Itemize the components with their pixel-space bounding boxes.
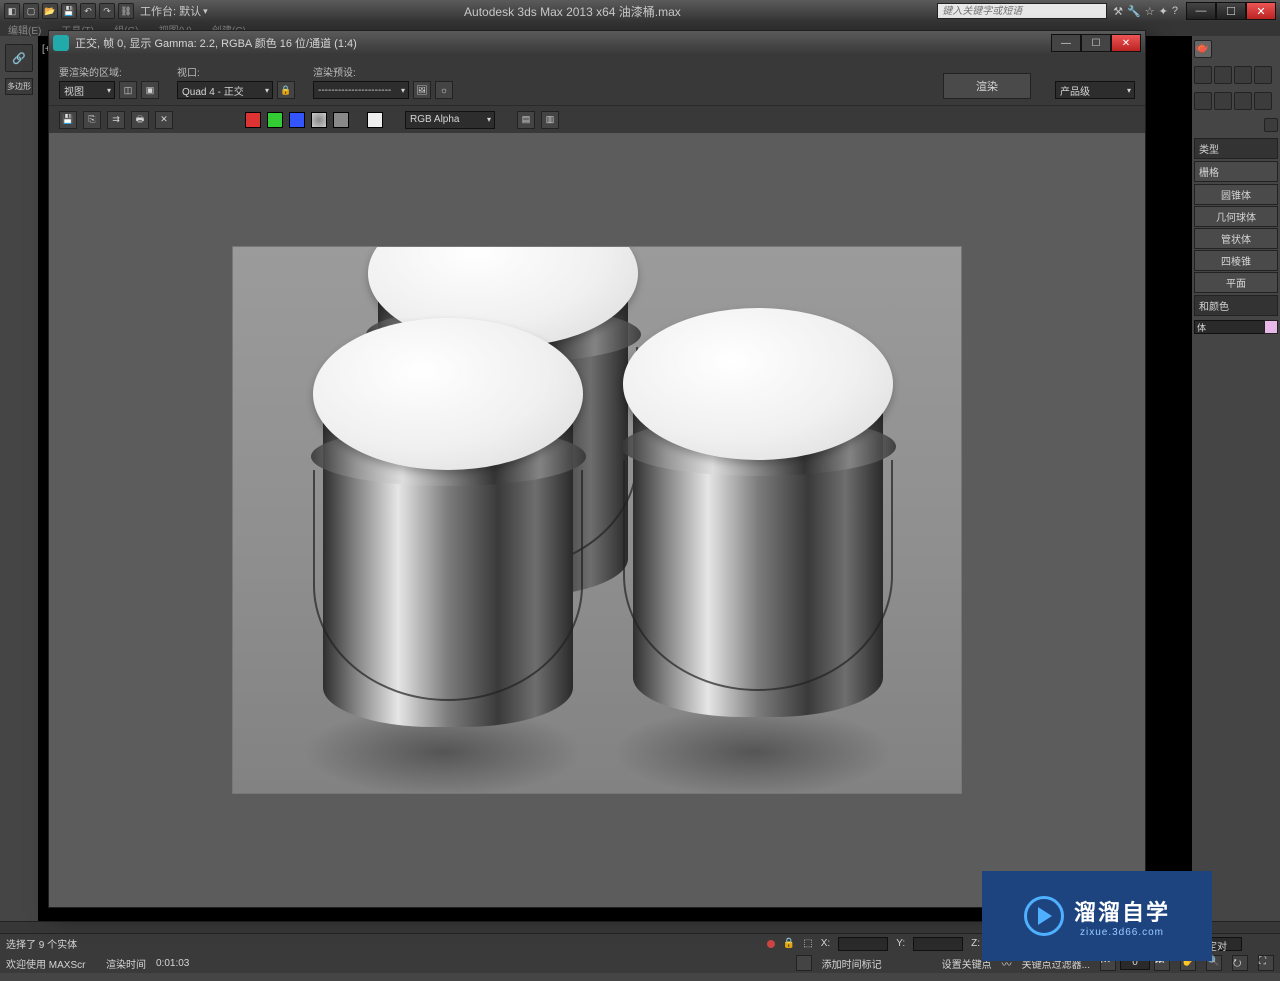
render-title: 正交, 帧 0, 显示 Gamma: 2.2, RGBA 颜色 16 位/通道 …	[75, 35, 1051, 51]
motion-tab-icon[interactable]	[1254, 66, 1272, 84]
copy-image-icon[interactable]: ⎘	[83, 111, 101, 129]
rendered-image	[232, 246, 962, 794]
hierarchy-tab-icon[interactable]	[1234, 66, 1252, 84]
redo-icon[interactable]: ↷	[99, 3, 115, 19]
poly-label[interactable]: 多边形	[5, 78, 33, 95]
workspace-label[interactable]: 工作台: 默认	[140, 3, 201, 19]
channel-dropdown[interactable]: RGB Alpha	[405, 111, 495, 129]
addtime-button[interactable]: 添加时间标记	[822, 956, 882, 971]
watermark-title: 溜溜自学	[1074, 895, 1170, 927]
left-toolbar: 🔗 多边形	[0, 36, 38, 921]
channel-blue-icon[interactable]	[289, 112, 305, 128]
maximize-button[interactable]: ☐	[1216, 2, 1246, 20]
maximize-vp-icon[interactable]: ⛶	[1258, 955, 1274, 971]
y-label: Y:	[896, 938, 905, 949]
open-icon[interactable]: 📂	[42, 3, 58, 19]
render-toolbar-2: 💾 ⎘ ⇉ 🖶 ✕ RGB Alpha ▤ ▥	[49, 105, 1145, 133]
area-label: 要渲染的区域:	[59, 64, 159, 79]
create-tab-icon[interactable]	[1194, 66, 1212, 84]
color-swatch[interactable]	[1264, 320, 1278, 334]
prim-button[interactable]: 圆锥体	[1194, 184, 1278, 205]
render-app-icon	[53, 35, 69, 51]
channel-mono-icon[interactable]	[333, 112, 349, 128]
save-icon[interactable]: 💾	[61, 3, 77, 19]
render-canvas[interactable]	[49, 133, 1145, 907]
setup-icon[interactable]: 🖼	[413, 81, 431, 99]
lock-viewport-icon[interactable]: 🔒	[277, 81, 295, 99]
app-title: Autodesk 3ds Max 2013 x64 油漆桶.max	[208, 3, 938, 20]
z-label: Z:	[971, 938, 980, 949]
color-header: 和颜色	[1194, 295, 1278, 316]
star2-icon[interactable]: ✦	[1159, 5, 1168, 18]
render-window: 正交, 帧 0, 显示 Gamma: 2.2, RGBA 颜色 16 位/通道 …	[48, 30, 1146, 908]
toolbox-icon[interactable]: ⚒	[1113, 5, 1123, 18]
preset-dropdown[interactable]: ----------------------	[313, 81, 409, 99]
toggle-a-icon[interactable]: ▤	[517, 111, 535, 129]
link-tool-icon[interactable]: 🔗	[5, 44, 33, 72]
prim-button[interactable]: 四棱锥	[1194, 250, 1278, 271]
settings-icon[interactable]: ☼	[435, 81, 453, 99]
viewport-dropdown[interactable]: Quad 4 - 正交	[177, 81, 273, 99]
render-maximize-button[interactable]: ☐	[1081, 34, 1111, 52]
render-titlebar[interactable]: 正交, 帧 0, 显示 Gamma: 2.2, RGBA 颜色 16 位/通道 …	[49, 31, 1145, 55]
help-icon[interactable]: ?	[1172, 5, 1178, 18]
orbit-icon[interactable]: ⭮	[1232, 955, 1248, 971]
minimize-button[interactable]: —	[1186, 2, 1216, 20]
geom-icon[interactable]	[1194, 92, 1212, 110]
channel-alpha-icon[interactable]	[311, 112, 327, 128]
clear-icon[interactable]: ✕	[155, 111, 173, 129]
render-button[interactable]: 渲染	[943, 73, 1031, 99]
y-field[interactable]	[913, 937, 963, 951]
rendertime-label: 渲染时间	[106, 956, 146, 971]
quality-dropdown[interactable]: 产品级	[1055, 81, 1135, 99]
rollout-pin-icon[interactable]	[1264, 118, 1278, 132]
undo-icon[interactable]: ↶	[80, 3, 96, 19]
bg-swatch[interactable]	[367, 112, 383, 128]
prim-button[interactable]: 几何球体	[1194, 206, 1278, 227]
link-icon[interactable]: ⛓	[118, 3, 134, 19]
record-marker-icon[interactable]	[767, 940, 775, 948]
command-panel: 🫖 类型 栅格 圆锥体 几何球体 管状体 四棱锥 平面 和颜色 体	[1192, 36, 1280, 921]
preset-label: 渲染预设:	[313, 64, 453, 79]
watermark: 溜溜自学 zixue.3d66.com	[982, 871, 1212, 961]
print-icon[interactable]: 🖶	[131, 111, 149, 129]
tag-icon[interactable]	[796, 955, 812, 971]
menu-item[interactable]: 编辑(E)	[8, 22, 41, 36]
toggle-b-icon[interactable]: ▥	[541, 111, 559, 129]
watermark-url: zixue.3d66.com	[1080, 927, 1164, 938]
prim-button[interactable]: 平面	[1194, 272, 1278, 293]
app-titlebar: ◧ ▢ 📂 💾 ↶ ↷ ⛓ 工作台: 默认 ▾ Autodesk 3ds Max…	[0, 0, 1280, 22]
new-icon[interactable]: ▢	[23, 3, 39, 19]
modify-tab-icon[interactable]	[1214, 66, 1232, 84]
x-label: X:	[821, 938, 830, 949]
app-menu-icon[interactable]: ◧	[4, 3, 20, 19]
grid-label[interactable]: 栅格	[1194, 161, 1278, 182]
rendertime-value: 0:01:03	[156, 958, 189, 969]
lights-icon[interactable]	[1234, 92, 1252, 110]
selection-status: 选择了 9 个实体	[6, 936, 96, 951]
channel-red-icon[interactable]	[245, 112, 261, 128]
type-header: 类型	[1194, 138, 1278, 159]
x-field[interactable]	[838, 937, 888, 951]
play-icon	[1024, 896, 1064, 936]
render-toolbar-1: 要渲染的区域: 视图 ◫ ▣ 视口: Quad 4 - 正交 🔒 渲染预设: -…	[49, 55, 1145, 105]
area-dropdown[interactable]: 视图	[59, 81, 115, 99]
region2-icon[interactable]: ▣	[141, 81, 159, 99]
render-minimize-button[interactable]: —	[1051, 34, 1081, 52]
channel-green-icon[interactable]	[267, 112, 283, 128]
close-button[interactable]: ✕	[1246, 2, 1276, 20]
teapot-icon[interactable]: 🫖	[1194, 40, 1212, 58]
star-icon[interactable]: ☆	[1145, 5, 1155, 18]
prim-button[interactable]: 管状体	[1194, 228, 1278, 249]
cameras-icon[interactable]	[1254, 92, 1272, 110]
save-image-icon[interactable]: 💾	[59, 111, 77, 129]
wrench-icon[interactable]: 🔧	[1127, 5, 1141, 18]
viewport-label: 视口:	[177, 64, 295, 79]
clone-icon[interactable]: ⇉	[107, 111, 125, 129]
render-close-button[interactable]: ✕	[1111, 34, 1141, 52]
shapes-icon[interactable]	[1214, 92, 1232, 110]
welcome-text: 欢迎使用 MAXScr	[6, 956, 96, 971]
region-icon[interactable]: ◫	[119, 81, 137, 99]
search-input[interactable]	[937, 3, 1107, 19]
